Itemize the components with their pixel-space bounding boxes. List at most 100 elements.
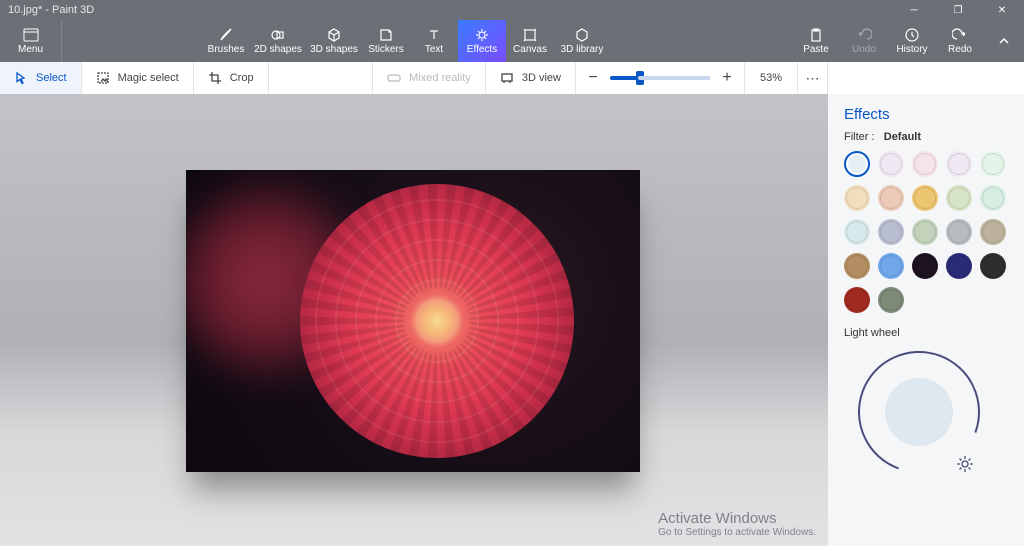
tool-stickers[interactable]: Stickers bbox=[362, 20, 410, 62]
zoom-percent[interactable]: 53% bbox=[744, 62, 798, 94]
undo-icon bbox=[856, 27, 872, 43]
select-button[interactable]: Select bbox=[0, 62, 82, 94]
filter-swatches bbox=[844, 151, 1010, 313]
hist-label: History bbox=[896, 44, 927, 55]
light-wheel-label: Light wheel bbox=[844, 327, 1010, 339]
tool-label: 3D shapes bbox=[310, 44, 358, 55]
filter-swatch[interactable] bbox=[878, 151, 904, 177]
tool-label: 3D library bbox=[561, 44, 604, 55]
undo-button[interactable]: Undo bbox=[840, 20, 888, 62]
filter-swatch[interactable] bbox=[980, 185, 1006, 211]
sun-icon bbox=[956, 455, 974, 473]
menu-label: Menu bbox=[18, 44, 43, 55]
3d-view-icon bbox=[500, 71, 514, 85]
canvas-image[interactable] bbox=[186, 170, 640, 472]
ribbon: Menu Brushes 2D shapes 3D shapes Sticker… bbox=[0, 20, 1024, 62]
zoom-slider[interactable] bbox=[610, 76, 710, 80]
crop-icon bbox=[208, 71, 222, 85]
zoom-controls: − + bbox=[576, 67, 744, 89]
filter-swatch[interactable] bbox=[980, 253, 1006, 279]
tool-label: Brushes bbox=[208, 44, 245, 55]
filter-swatch[interactable] bbox=[844, 151, 870, 177]
redo-button[interactable]: Redo bbox=[936, 20, 984, 62]
light-wheel[interactable] bbox=[854, 347, 984, 477]
mixed-reality-icon bbox=[387, 71, 401, 85]
ribbon-history: Paste Undo History Redo bbox=[792, 20, 1024, 62]
brush-icon bbox=[218, 27, 234, 43]
filter-value: Default bbox=[884, 131, 921, 143]
filter-swatch[interactable] bbox=[878, 219, 904, 245]
zoom-out-button[interactable]: − bbox=[582, 67, 604, 89]
tool-label: Text bbox=[425, 44, 443, 55]
history-icon bbox=[904, 27, 920, 43]
close-button[interactable]: ✕ bbox=[980, 0, 1024, 20]
canvas-viewport[interactable]: Activate Windows Go to Settings to activ… bbox=[0, 94, 828, 546]
shapes3d-icon bbox=[326, 27, 342, 43]
tool-label: Stickers bbox=[368, 44, 404, 55]
tool-3d-library[interactable]: 3D library bbox=[554, 20, 610, 62]
library3d-icon bbox=[574, 27, 590, 43]
title-bar: 10.jpg* - Paint 3D ─ ❐ ✕ bbox=[0, 0, 1024, 20]
filter-swatch[interactable] bbox=[912, 253, 938, 279]
filter-row: Filter : Default bbox=[844, 131, 1010, 143]
tb-label: Select bbox=[36, 72, 67, 84]
menu-button[interactable]: Menu bbox=[0, 20, 62, 62]
paste-icon bbox=[808, 27, 824, 43]
cursor-icon bbox=[14, 71, 28, 85]
filter-swatch[interactable] bbox=[912, 219, 938, 245]
crop-button[interactable]: Crop bbox=[194, 62, 269, 94]
light-wheel-knob[interactable] bbox=[885, 378, 953, 446]
ribbon-tools: Brushes 2D shapes 3D shapes Stickers Tex… bbox=[202, 20, 610, 62]
window-title: 10.jpg* - Paint 3D bbox=[8, 4, 94, 16]
text-icon bbox=[426, 27, 442, 43]
filter-swatch[interactable] bbox=[980, 219, 1006, 245]
window-controls: ─ ❐ ✕ bbox=[892, 0, 1024, 20]
windows-watermark: Activate Windows Go to Settings to activ… bbox=[658, 510, 816, 538]
tool-brushes[interactable]: Brushes bbox=[202, 20, 250, 62]
watermark-sub: Go to Settings to activate Windows. bbox=[658, 527, 816, 538]
flower-image bbox=[300, 184, 574, 458]
watermark-title: Activate Windows bbox=[658, 510, 816, 527]
effects-icon bbox=[474, 27, 490, 43]
filter-swatch[interactable] bbox=[946, 185, 972, 211]
filter-label: Filter : bbox=[844, 131, 875, 143]
magic-select-button[interactable]: Magic select bbox=[82, 62, 194, 94]
hist-label: Paste bbox=[803, 44, 829, 55]
filter-swatch[interactable] bbox=[912, 151, 938, 177]
filter-swatch[interactable] bbox=[946, 219, 972, 245]
tool-label: Canvas bbox=[513, 44, 547, 55]
filter-swatch[interactable] bbox=[946, 253, 972, 279]
redo-icon bbox=[952, 27, 968, 43]
tool-3d-shapes[interactable]: 3D shapes bbox=[306, 20, 362, 62]
expand-button[interactable] bbox=[984, 20, 1024, 62]
side-panel: Effects Filter : Default Light wheel bbox=[828, 94, 1024, 546]
tool-effects[interactable]: Effects bbox=[458, 20, 506, 62]
filter-swatch[interactable] bbox=[878, 253, 904, 279]
3d-view-button[interactable]: 3D view bbox=[486, 62, 576, 94]
filter-swatch[interactable] bbox=[946, 151, 972, 177]
filter-swatch[interactable] bbox=[878, 287, 904, 313]
tool-2d-shapes[interactable]: 2D shapes bbox=[250, 20, 306, 62]
filter-swatch[interactable] bbox=[878, 185, 904, 211]
filter-swatch[interactable] bbox=[844, 219, 870, 245]
filter-swatch[interactable] bbox=[844, 287, 870, 313]
minimize-button[interactable]: ─ bbox=[892, 0, 936, 20]
filter-swatch[interactable] bbox=[844, 253, 870, 279]
history-button[interactable]: History bbox=[888, 20, 936, 62]
canvas-icon bbox=[522, 27, 538, 43]
magic-select-icon bbox=[96, 71, 110, 85]
tool-text[interactable]: Text bbox=[410, 20, 458, 62]
hist-label: Redo bbox=[948, 44, 972, 55]
filter-swatch[interactable] bbox=[844, 185, 870, 211]
paste-button[interactable]: Paste bbox=[792, 20, 840, 62]
panel-title: Effects bbox=[844, 106, 1010, 123]
tool-canvas[interactable]: Canvas bbox=[506, 20, 554, 62]
zoom-in-button[interactable]: + bbox=[716, 67, 738, 89]
chevron-up-icon bbox=[997, 34, 1011, 48]
toolbar: Select Magic select Crop Mixed reality 3… bbox=[0, 62, 1024, 94]
tool-label: 2D shapes bbox=[254, 44, 302, 55]
filter-swatch[interactable] bbox=[980, 151, 1006, 177]
filter-swatch[interactable] bbox=[912, 185, 938, 211]
more-button[interactable]: ⋯ bbox=[798, 62, 828, 94]
maximize-button[interactable]: ❐ bbox=[936, 0, 980, 20]
